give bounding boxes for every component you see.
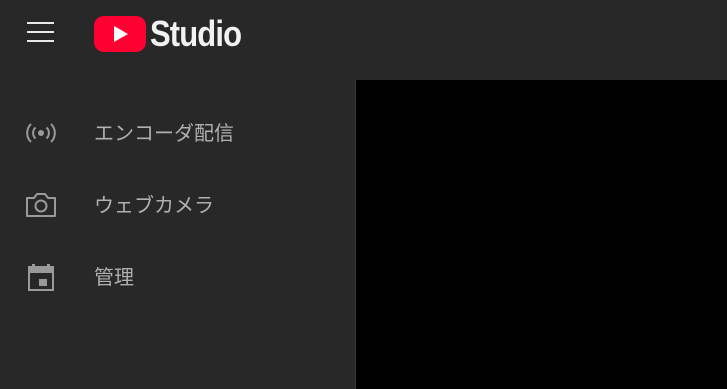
sidebar: エンコーダ配信 ウェブカメラ 管理 xyxy=(0,80,356,389)
sidebar-item-label: 管理 xyxy=(94,265,134,289)
hamburger-menu-icon[interactable] xyxy=(23,18,59,48)
sidebar-item-label: ウェブカメラ xyxy=(94,193,214,217)
youtube-play-icon xyxy=(94,16,146,52)
sidebar-item-encoder-stream[interactable]: エンコーダ配信 xyxy=(0,105,355,161)
top-app-bar: Studio xyxy=(0,0,727,80)
camera-icon xyxy=(26,193,56,217)
logo-text: Studio xyxy=(150,13,242,54)
broadcast-icon xyxy=(26,123,56,143)
stream-preview xyxy=(356,80,727,389)
calendar-icon xyxy=(28,264,54,291)
sidebar-item-webcam[interactable]: ウェブカメラ xyxy=(0,177,355,233)
studio-logo[interactable]: Studio xyxy=(94,14,256,54)
sidebar-item-label: エンコーダ配信 xyxy=(94,121,234,145)
sidebar-item-manage[interactable]: 管理 xyxy=(0,249,355,305)
